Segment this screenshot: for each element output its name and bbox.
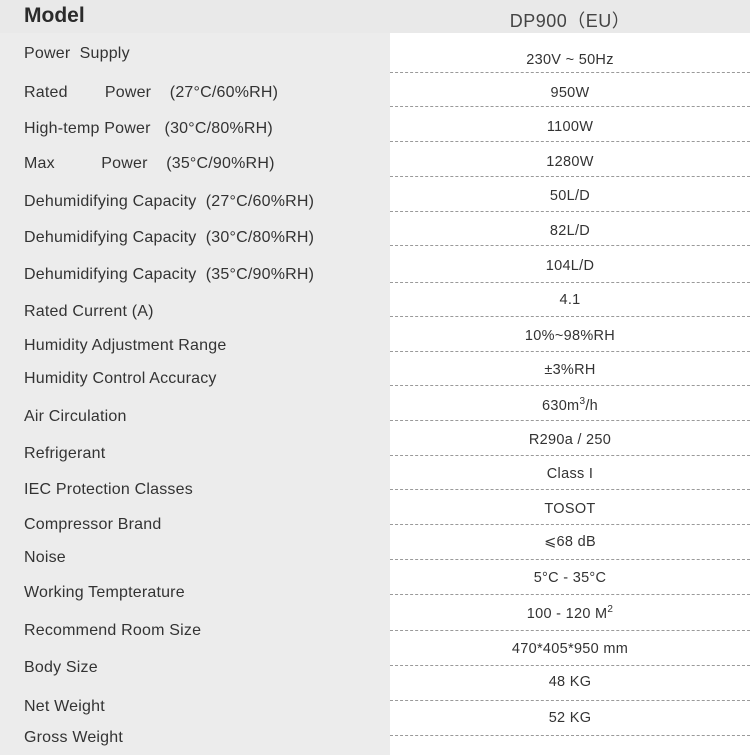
row-divider	[390, 211, 750, 212]
spec-value-body-size: 470*405*950 mm	[511, 641, 629, 657]
spec-label-rated-power: Rated Power (27°C/60%RH)	[24, 84, 279, 101]
spec-value-refrigerant: R290a / 250	[528, 432, 612, 448]
row-divider	[390, 72, 750, 73]
spec-value-humidity-range: 10%~98%RH	[524, 328, 616, 344]
spec-value-humidity-accuracy: ±3%RH	[544, 362, 596, 378]
room-size-exponent: 2	[607, 604, 614, 615]
air-circulation-number: 630m	[541, 397, 580, 414]
spec-value-rated-power: 950W	[550, 85, 590, 101]
row-divider	[390, 282, 750, 283]
spec-label-max-power: Max Power (35°C/90%RH)	[24, 155, 275, 172]
spec-label-gross-weight: Gross Weight	[24, 729, 124, 746]
row-divider	[390, 420, 750, 421]
row-divider	[390, 524, 750, 525]
row-divider	[390, 630, 750, 631]
spec-value-high-temp-power: 1100W	[546, 119, 594, 135]
spec-label-rated-current: Rated Current (A)	[24, 303, 154, 320]
spec-label-air-circulation: Air Circulation	[24, 408, 127, 425]
spec-value-rated-current: 4.1	[559, 292, 581, 308]
spec-value-net-weight: 48 KG	[548, 674, 592, 690]
spec-rows: Power Supply 230V ~ 50Hz Rated Power (27…	[0, 0, 750, 755]
spec-sheet: Model DP900（EU） Power Supply 230V ~ 50Hz…	[0, 0, 750, 755]
row-divider	[390, 700, 750, 701]
row-divider	[390, 735, 750, 736]
row-divider	[390, 455, 750, 456]
spec-label-humidity-accuracy: Humidity Control Accuracy	[24, 370, 217, 387]
row-divider	[390, 351, 750, 352]
air-circulation-unit: /h	[585, 397, 599, 414]
spec-value-room-size: 100 - 120 M2	[390, 604, 750, 622]
spec-label-capacity-30: Dehumidifying Capacity (30°C/80%RH)	[24, 229, 315, 246]
spec-value-working-temperature: 5°C - 35°C	[533, 570, 607, 586]
spec-value-capacity-27: 50L/D	[549, 188, 591, 204]
spec-label-net-weight: Net Weight	[24, 698, 105, 715]
spec-label-refrigerant: Refrigerant	[24, 445, 106, 462]
row-divider	[390, 141, 750, 142]
row-divider	[390, 106, 750, 107]
spec-label-capacity-35: Dehumidifying Capacity (35°C/90%RH)	[24, 266, 315, 283]
row-divider	[390, 489, 750, 490]
row-divider	[390, 594, 750, 595]
spec-label-power-supply: Power Supply	[24, 45, 130, 62]
spec-value-gross-weight: 52 KG	[548, 710, 592, 726]
spec-value-noise: ⩽68 dB	[544, 534, 596, 550]
spec-value-max-power: 1280W	[546, 154, 594, 170]
spec-label-capacity-27: Dehumidifying Capacity (27°C/60%RH)	[24, 193, 315, 210]
spec-label-body-size: Body Size	[24, 659, 98, 676]
row-divider	[390, 385, 750, 386]
spec-label-iec-class: IEC Protection Classes	[24, 481, 193, 498]
spec-value-iec-class: Class I	[546, 466, 594, 482]
spec-label-high-temp-power: High-temp Power (30°C/80%RH)	[24, 120, 273, 137]
spec-value-capacity-30: 82L/D	[549, 223, 591, 239]
spec-value-air-circulation: 630m3/h	[390, 396, 750, 414]
row-divider	[390, 245, 750, 246]
row-divider	[390, 316, 750, 317]
row-divider	[390, 176, 750, 177]
room-size-number: 100 - 120 M	[526, 605, 608, 622]
spec-label-working-temperature: Working Tempterature	[24, 584, 185, 601]
row-divider	[390, 665, 750, 666]
spec-value-compressor-brand: TOSOT	[544, 501, 596, 517]
spec-label-room-size: Recommend Room Size	[24, 622, 202, 639]
row-divider	[390, 559, 750, 560]
spec-label-noise: Noise	[24, 549, 66, 566]
spec-value-power-supply: 230V ~ 50Hz	[526, 52, 614, 68]
spec-label-compressor-brand: Compressor Brand	[24, 516, 162, 533]
spec-label-humidity-range: Humidity Adjustment Range	[24, 337, 227, 354]
spec-value-capacity-35: 104L/D	[545, 258, 595, 274]
